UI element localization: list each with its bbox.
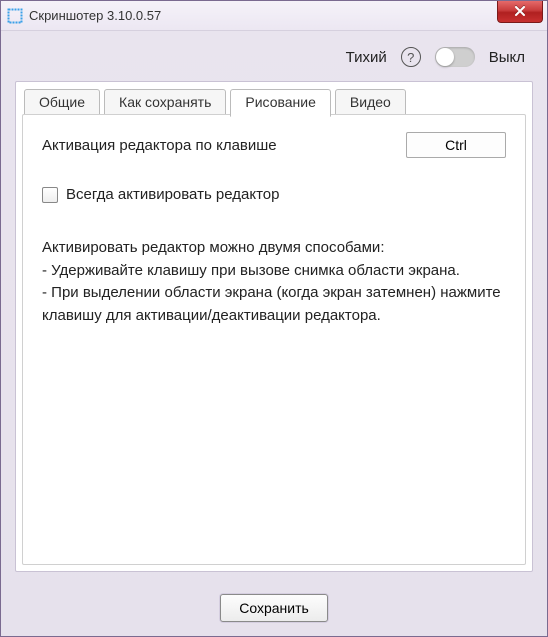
help-line: - При выделении области экрана (когда эк… [42,282,506,327]
quiet-toggle[interactable] [435,47,475,67]
always-activate-label[interactable]: Всегда активировать редактор [66,186,280,203]
app-window: Скриншотер 3.10.0.57 Тихий ? Выкл Общие … [0,0,548,637]
tab-general[interactable]: Общие [24,89,100,117]
close-button[interactable] [497,1,543,23]
titlebar: Скриншотер 3.10.0.57 [1,1,547,31]
footer: Сохранить [1,584,547,636]
tab-drawing[interactable]: Рисование [230,89,331,117]
settings-panel: Общие Как сохранять Рисование Видео Акти… [15,81,533,572]
help-line: Активировать редактор можно двумя способ… [42,237,506,260]
always-activate-row: Всегда активировать редактор [42,186,506,203]
tab-video[interactable]: Видео [335,89,406,117]
activation-key-button[interactable]: Ctrl [406,132,506,158]
activation-label: Активация редактора по клавише [42,137,277,154]
help-text: Активировать редактор можно двумя способ… [42,237,506,327]
window-title: Скриншотер 3.10.0.57 [29,8,497,23]
tab-save[interactable]: Как сохранять [104,89,226,117]
help-line: - Удерживайте клавишу при вызове снимка … [42,260,506,283]
tab-content-drawing: Активация редактора по клавише Ctrl Всег… [26,118,522,561]
header-row: Тихий ? Выкл [1,31,547,77]
toggle-knob [436,48,454,66]
quiet-mode-label: Тихий [346,49,387,66]
activation-row: Активация редактора по клавише Ctrl [42,132,506,158]
help-icon[interactable]: ? [401,47,421,67]
app-icon [7,8,23,24]
toggle-state-label: Выкл [489,49,525,66]
close-icon [514,6,526,16]
always-activate-checkbox[interactable] [42,187,58,203]
tabs-row: Общие Как сохранять Рисование Видео [16,82,532,116]
save-button[interactable]: Сохранить [220,594,328,622]
